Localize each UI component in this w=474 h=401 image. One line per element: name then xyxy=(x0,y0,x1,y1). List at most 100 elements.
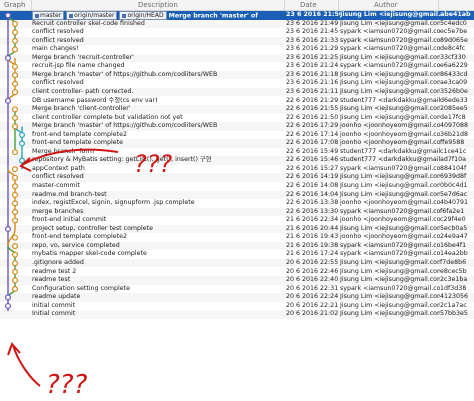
commit-row[interactable]: Merge branch 'form' 22 6 2016 15:49 studen… xyxy=(0,148,474,157)
commit-row[interactable]: .gitignore added 20 6 2016 22:55 Jisung Li… xyxy=(0,258,474,268)
commit-row[interactable]: Initial commit 20 6 2016 21:02 Jisung Lim … xyxy=(0,310,474,319)
commit-hash: 89d065e xyxy=(440,36,468,44)
commit-node[interactable] xyxy=(12,268,19,275)
author-column-header[interactable]: Author xyxy=(374,0,398,10)
commit-description: mybatis mapper skel-code complete xyxy=(32,250,282,259)
commit-row[interactable]: Merge branch 'recruit-controller' 23 6 20… xyxy=(0,53,474,63)
commit-row[interactable]: main changes! 23 6 2016 21:29 sypark <iams… xyxy=(0,45,474,54)
commit-node[interactable] xyxy=(12,234,19,241)
commit-row[interactable]: front-end template complete2 21 6 2016 19… xyxy=(0,233,474,242)
commit-date: 23 6 2016 21:24 xyxy=(286,62,339,70)
branch-icon xyxy=(69,13,74,18)
commit-node[interactable] xyxy=(12,260,19,267)
commit-author: Jisung Lim <iejisung@gmail.com> xyxy=(340,173,440,181)
commit-node[interactable] xyxy=(12,277,19,284)
commit-message: conflict resolved xyxy=(32,36,84,44)
commit-node[interactable] xyxy=(12,183,19,190)
commit-row[interactable]: repo, vo, service completed 21 6 2016 19:… xyxy=(0,241,474,251)
commit-row[interactable]: Configuration setting complete 20 6 2016 … xyxy=(0,285,474,294)
commit-row[interactable]: readme test 2 20 6 2016 22:46 Jisung Lim <… xyxy=(0,268,474,277)
commit-row[interactable]: initial commit 20 6 2016 22:21 Jisung Lim … xyxy=(0,302,474,311)
commit-hash: c29f4e0 xyxy=(440,216,466,224)
commit-node[interactable] xyxy=(12,63,19,70)
commit-row[interactable]: front-end initial commit 21 6 2016 22:34 j… xyxy=(0,216,474,225)
commit-row[interactable]: master-commit 22 6 2016 14:08 Jisung Lim <… xyxy=(0,182,474,191)
annotation-arrow-bottom xyxy=(12,344,41,387)
commit-row[interactable]: repository & MyBatis setting: getList(),… xyxy=(0,156,474,165)
graph-column-header[interactable]: Graph xyxy=(4,0,25,10)
commit-node[interactable] xyxy=(12,20,19,27)
commit-author: sypark <iamsun0720@gmail.com> xyxy=(340,28,440,36)
commit-node[interactable] xyxy=(4,97,12,104)
commit-node[interactable] xyxy=(4,302,12,309)
commit-node[interactable] xyxy=(12,37,19,44)
commit-row[interactable]: readme test 20 6 2016 22:40 Jisung Lim <ie… xyxy=(0,276,474,285)
commit-node[interactable] xyxy=(4,226,12,233)
commit-node[interactable] xyxy=(12,243,19,250)
commit-row[interactable]: index, registExcel, signin, signupform .… xyxy=(0,199,474,208)
column-divider[interactable] xyxy=(338,0,339,10)
commit-row-selected[interactable]: master origin/master origin/HEAD Merge bran… xyxy=(0,11,474,20)
commit-row[interactable]: DB username password 수정(cs env var) 22 6 … xyxy=(0,97,474,106)
commit-node[interactable] xyxy=(12,114,19,121)
column-divider[interactable] xyxy=(31,0,32,10)
commit-node[interactable] xyxy=(12,123,19,130)
commit-row[interactable]: front-end template complete2 22 6 2016 17… xyxy=(0,131,474,140)
commit-row[interactable]: readme update 20 6 2016 22:24 Jisung Lim <… xyxy=(0,293,474,302)
commit-row[interactable]: client controller- path corrected. 23 6 2… xyxy=(0,87,474,97)
commit-node[interactable] xyxy=(4,55,12,62)
commit-row[interactable]: conflict resolved 23 6 2016 21:33 sypark <… xyxy=(0,36,474,46)
commit-node[interactable] xyxy=(12,217,19,224)
commit-row[interactable]: Recruit controller skel-code finished 23 … xyxy=(0,19,474,29)
commit-row[interactable]: Merge branch 'master' of https://github.… xyxy=(0,122,474,131)
commit-hash: 86433cd xyxy=(440,70,468,78)
commit-row[interactable]: front-end template complete 22 6 2016 17:… xyxy=(0,139,474,148)
branch-ref-badge[interactable]: origin/HEAD xyxy=(119,11,167,20)
commit-row[interactable]: recruit-jsp file name changed 23 6 2016 2… xyxy=(0,62,474,71)
commit-author: Jisung Lim <iejisung@gmail.com> xyxy=(340,79,440,87)
commit-row[interactable]: client controller complete but validatio… xyxy=(0,114,474,123)
commit-message: client controller complete but validatio… xyxy=(32,113,183,121)
commit-node[interactable] xyxy=(12,174,19,181)
commit-author: joonho <joonhoyeom@gmail.com> xyxy=(340,130,440,138)
commit-node[interactable] xyxy=(12,208,19,215)
commit-node[interactable] xyxy=(12,285,19,292)
commit-row[interactable]: appContext path 22 6 2016 15:27 sypark <ia… xyxy=(0,165,474,174)
commit-row[interactable]: project setup, controller test complete 2… xyxy=(0,224,474,234)
commit-row[interactable]: merge branches 22 6 2016 13:30 sypark <iam… xyxy=(0,207,474,217)
commit-row[interactable]: mybatis mapper skel-code complete 21 6 20… xyxy=(0,250,474,259)
commit-node[interactable] xyxy=(4,294,12,301)
commit-row[interactable]: conflict resolved 23 6 2016 21:45 sypark <… xyxy=(0,28,474,37)
commit-node[interactable] xyxy=(12,200,19,207)
branch-ref-badge[interactable]: master xyxy=(32,11,65,20)
commit-node[interactable] xyxy=(19,131,26,138)
commit-node[interactable] xyxy=(12,191,19,198)
commit-message: readme test 2 xyxy=(32,267,77,275)
commit-node[interactable] xyxy=(19,140,26,147)
commit-node[interactable] xyxy=(19,157,26,164)
commit-node[interactable] xyxy=(12,106,19,113)
commit-row[interactable]: Merge branch 'master' of https://github.… xyxy=(0,70,474,80)
commit-row[interactable]: conflict resolved 23 6 2016 21:16 Jisung L… xyxy=(0,79,474,88)
commit-node[interactable] xyxy=(12,251,19,258)
commit-node[interactable] xyxy=(4,12,12,19)
date-column-header[interactable]: Date xyxy=(300,0,317,10)
commit-row[interactable]: conflict resolved 22 6 2016 14:19 Jisung L… xyxy=(0,173,474,182)
commit-date: 22 6 2016 14:04 xyxy=(286,190,339,198)
commit-node[interactable] xyxy=(12,149,19,156)
commit-node[interactable] xyxy=(12,166,19,173)
commit-author: sypark <iamsun0720@gmail.com> xyxy=(340,250,440,258)
commit-row[interactable]: Merge branch 'client-controller' 22 6 201… xyxy=(0,105,474,114)
commit-node[interactable] xyxy=(12,80,19,87)
commit-node[interactable] xyxy=(12,89,19,96)
branch-ref-badge[interactable]: origin/master xyxy=(66,11,118,20)
commit-node[interactable] xyxy=(12,29,19,36)
description-column-header[interactable]: Description xyxy=(138,0,178,10)
commit-node[interactable] xyxy=(12,46,19,53)
commit-message: Merge branch 'master' of https://github.… xyxy=(32,70,218,78)
commit-node[interactable] xyxy=(12,72,19,79)
commit-row[interactable]: readme.md branch-test 22 6 2016 14:04 Jisu… xyxy=(0,190,474,200)
column-divider[interactable] xyxy=(284,0,285,10)
commit-author: joonho <joonhoyeom@gmail.com> xyxy=(340,216,440,224)
column-divider[interactable] xyxy=(438,0,439,10)
